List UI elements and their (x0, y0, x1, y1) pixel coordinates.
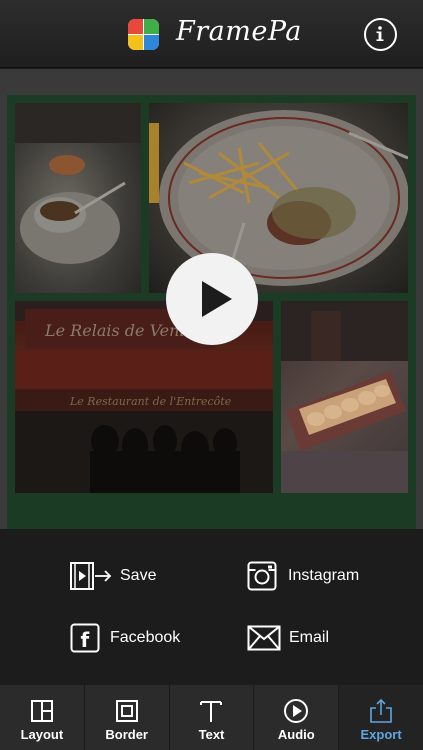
share-panel: Save Instagram f Facebook Email (0, 529, 423, 685)
tab-layout[interactable]: Layout (0, 685, 85, 750)
instagram-button[interactable]: Instagram (247, 559, 359, 593)
collage-preview: Le Relais de Venise Le Restaurant de l'E… (0, 69, 423, 572)
email-label: Email (289, 629, 330, 646)
save-video-icon (70, 562, 112, 590)
facebook-button[interactable]: f Facebook (70, 621, 180, 655)
save-button[interactable]: Save (70, 559, 156, 593)
tab-export-label: Export (360, 727, 402, 742)
tab-audio[interactable]: Audio (254, 685, 340, 750)
app-title: FramePa (176, 16, 302, 47)
svg-text:Le Restaurant de l'Entrecôte: Le Restaurant de l'Entrecôte (69, 395, 232, 408)
photo-coffee-cup[interactable] (15, 103, 141, 293)
tab-text-label: Text (198, 727, 225, 742)
app-logo-icon (128, 19, 159, 50)
tab-export[interactable]: Export (339, 685, 423, 750)
instagram-icon (247, 561, 277, 591)
email-icon (247, 625, 281, 651)
play-button[interactable] (166, 253, 258, 345)
facebook-label: Facebook (110, 629, 181, 646)
audio-icon (284, 699, 309, 723)
bottom-tab-bar: Layout Border Text Audio Export (0, 685, 423, 750)
save-label: Save (120, 567, 157, 584)
export-icon (370, 698, 392, 723)
photo-macarons-box[interactable] (281, 301, 408, 493)
info-button[interactable] (364, 18, 397, 51)
text-icon (200, 701, 223, 722)
tab-text[interactable]: Text (170, 685, 255, 750)
instagram-label: Instagram (288, 567, 360, 584)
svg-text:f: f (81, 628, 90, 652)
info-icon (376, 26, 384, 41)
border-icon (115, 700, 138, 722)
tab-border-label: Border (105, 727, 148, 742)
tab-border[interactable]: Border (85, 685, 170, 750)
tab-audio-label: Audio (277, 727, 315, 742)
play-icon (202, 281, 232, 317)
tab-layout-label: Layout (20, 727, 64, 742)
header-bar: FramePa (0, 0, 423, 68)
facebook-icon: f (70, 623, 100, 653)
layout-icon (30, 700, 53, 722)
email-button[interactable]: Email (247, 621, 329, 655)
